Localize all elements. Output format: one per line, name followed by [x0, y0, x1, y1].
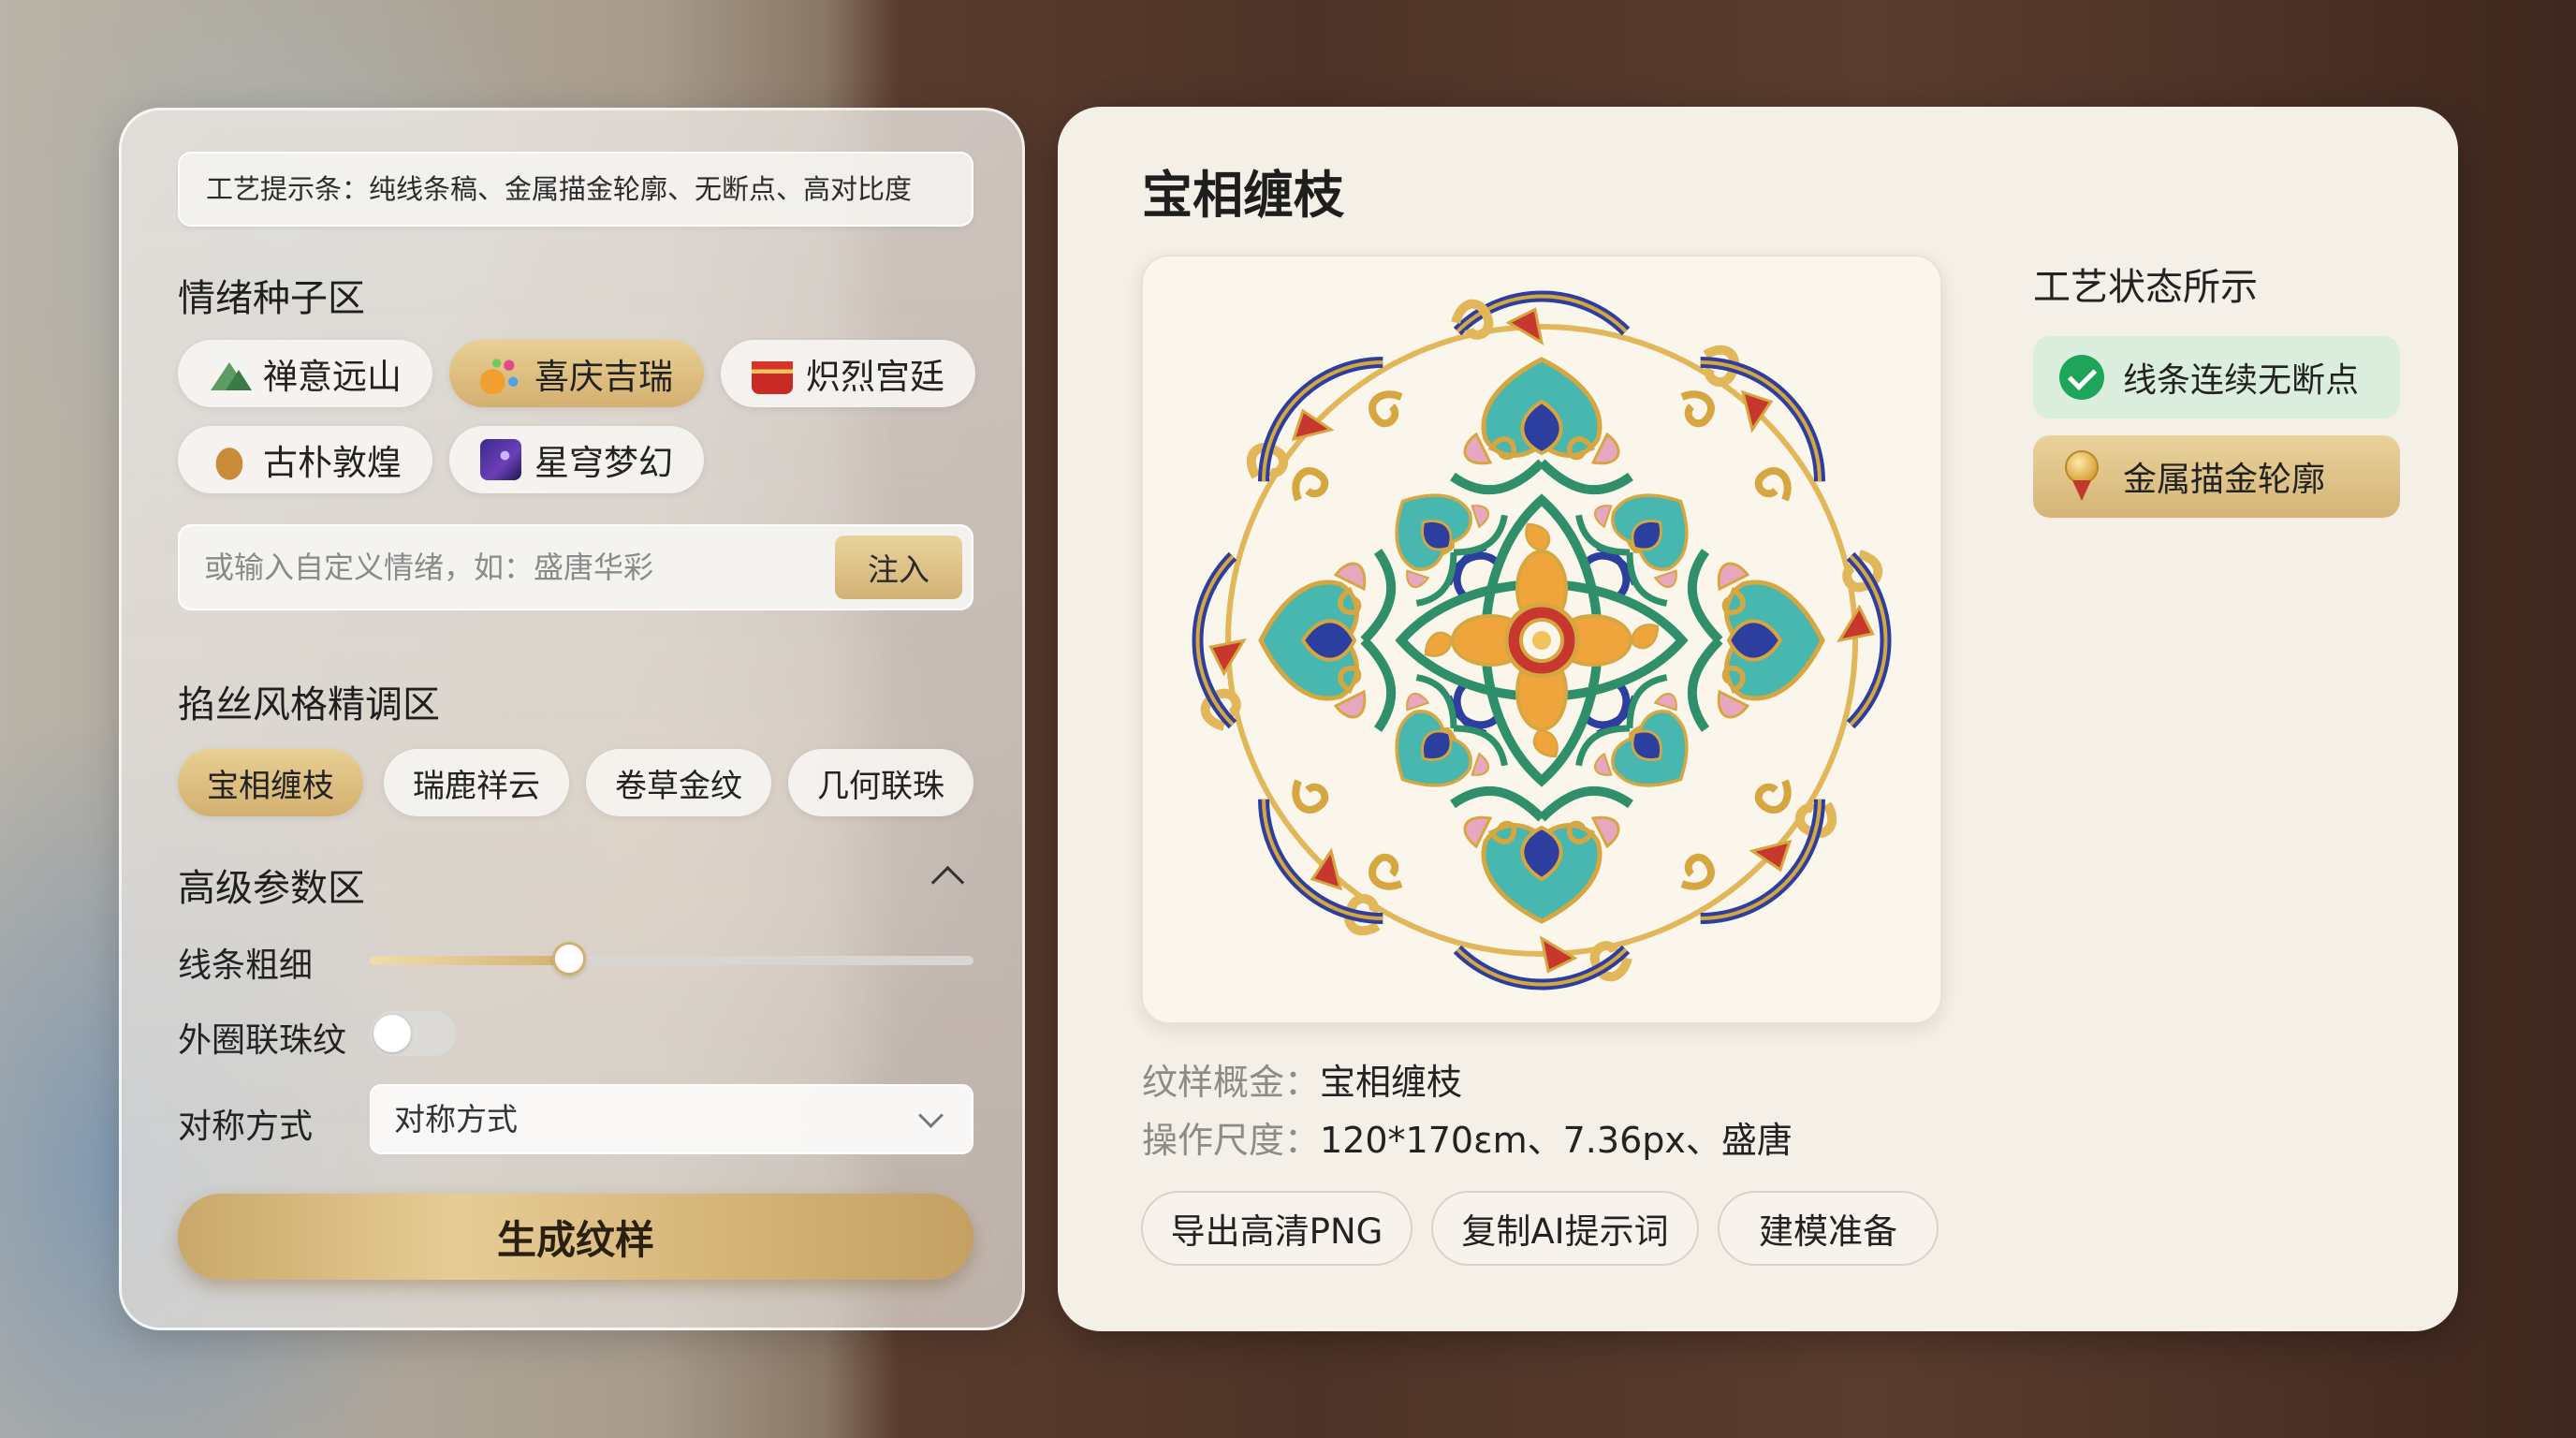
emotion-chip-zen-mountain[interactable]: 禅意远山	[178, 340, 432, 407]
status-gold-outline: 金属描金轮廓	[2033, 435, 2400, 518]
control-panel: 工艺提示条：纯线条稿、金属描金轮廓、无断点、高对比度 情绪种子区 禅意远山 喜庆…	[119, 108, 1025, 1330]
status-label: 线条连续无断点	[2123, 361, 2360, 400]
inject-button[interactable]: 注入	[835, 536, 962, 599]
size-meta-row: 操作尺度：120*170ɛm、7.36px、盛唐	[1142, 1111, 1793, 1163]
export-png-button[interactable]: 导出高清PNG	[1141, 1191, 1412, 1266]
slider-thumb[interactable]	[551, 942, 586, 976]
outer-ring-label: 外圈联珠纹	[178, 1021, 347, 1060]
custom-emotion-row: 注入	[178, 524, 973, 610]
advanced-section-title: 高级参数区	[178, 867, 365, 910]
emotion-chip-label: 禅意远山	[263, 357, 402, 397]
copy-ai-prompt-button[interactable]: 复制AI提示词	[1431, 1191, 1699, 1266]
generate-pattern-button[interactable]: 生成纹样	[178, 1194, 973, 1280]
symmetry-select[interactable]: 对称方式	[370, 1084, 973, 1154]
chevron-down-icon	[918, 1103, 944, 1128]
pattern-artwork-image	[1167, 266, 1916, 1015]
craft-status-title: 工艺状态所示	[2033, 266, 2258, 309]
modeling-prep-button[interactable]: 建模准备	[1718, 1191, 1939, 1266]
emotion-chip-palace[interactable]: 炽烈宫廷	[721, 340, 975, 407]
emotion-chip-label: 炽烈宫廷	[806, 357, 944, 397]
custom-emotion-input[interactable]	[180, 526, 826, 609]
starry-night-icon	[480, 439, 521, 480]
slider-fill	[370, 956, 569, 965]
emotion-chip-festive[interactable]: 喜庆吉瑞	[449, 340, 704, 407]
pattern-meta-label: 纹样概金：	[1142, 1062, 1321, 1103]
line-weight-label: 线条粗细	[178, 946, 314, 985]
status-label: 金属描金轮廓	[2123, 461, 2326, 499]
style-section-title: 掐丝风格精调区	[178, 683, 440, 726]
style-chip-scroll-grass[interactable]: 卷草金纹	[586, 749, 771, 816]
emotion-chip-label: 星穹梦幻	[534, 443, 673, 483]
outer-ring-toggle[interactable]	[370, 1011, 456, 1056]
medal-icon	[2059, 450, 2104, 503]
symmetry-label: 对称方式	[178, 1108, 314, 1146]
status-continuous-lines: 线条连续无断点	[2033, 336, 2400, 418]
palace-icon	[752, 353, 793, 394]
pattern-meta-value: 宝相缠枝	[1320, 1062, 1463, 1103]
collapse-chevron-up-icon[interactable]	[930, 865, 965, 900]
preview-panel: 宝相缠枝 工艺状态所示 线条连续无断点 金属描金轮廓 纹样概金：宝相缠枝 操作尺…	[1058, 107, 2458, 1331]
check-circle-icon	[2059, 355, 2104, 400]
emotion-chip-dunhuang[interactable]: 古朴敦煌	[178, 426, 432, 493]
mountain-icon	[209, 353, 252, 394]
pattern-meta-row: 纹样概金：宝相缠枝	[1142, 1053, 1462, 1105]
style-chip-deer-cloud[interactable]: 瑞鹿祥云	[384, 749, 569, 816]
size-meta-label: 操作尺度：	[1142, 1120, 1321, 1161]
pattern-title: 宝相缠枝	[1142, 166, 1344, 225]
symmetry-select-value: 对称方式	[394, 1101, 518, 1137]
craft-hint-bar: 工艺提示条：纯线条稿、金属描金轮廓、无断点、高对比度	[178, 152, 973, 227]
line-weight-slider[interactable]	[370, 942, 973, 976]
emotion-chip-starry[interactable]: 星穹梦幻	[449, 426, 704, 493]
emotion-section-title: 情绪种子区	[178, 277, 365, 320]
camel-icon	[209, 439, 250, 480]
size-meta-value: 120*170ɛm、7.36px、盛唐	[1320, 1120, 1793, 1161]
toggle-knob	[373, 1015, 411, 1052]
party-popper-icon	[480, 353, 521, 394]
style-chip-baoxiang[interactable]: 宝相缠枝	[178, 749, 363, 816]
style-chip-pearl-geometric[interactable]: 几何联珠	[788, 749, 973, 816]
emotion-chip-label: 古朴敦煌	[263, 443, 402, 483]
pattern-preview-frame	[1141, 255, 1942, 1024]
emotion-chip-label: 喜庆吉瑞	[534, 357, 673, 397]
